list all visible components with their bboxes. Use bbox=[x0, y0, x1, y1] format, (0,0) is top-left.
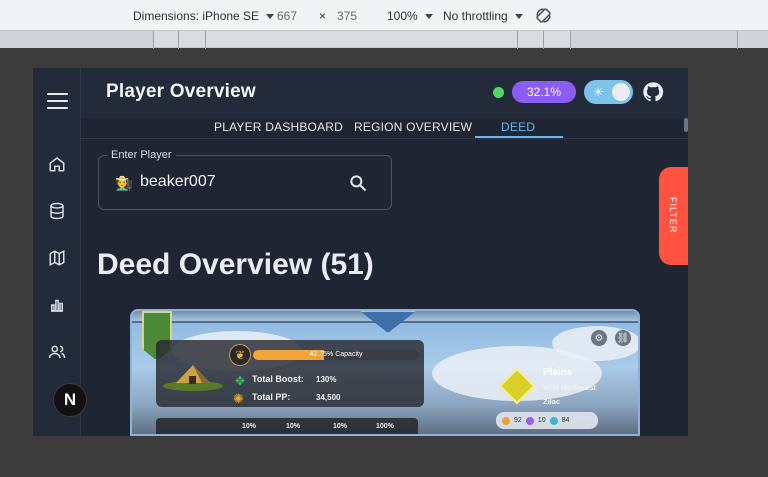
nextjs-badge-letter: N bbox=[63, 390, 77, 409]
resource-icon bbox=[549, 416, 558, 425]
home-icon[interactable] bbox=[48, 155, 66, 173]
throttling-select[interactable]: No throttling bbox=[443, 9, 523, 23]
nextjs-badge[interactable]: N bbox=[53, 383, 87, 417]
ruler-band bbox=[570, 31, 768, 48]
ruler-band bbox=[0, 31, 153, 48]
resource-value: 84 bbox=[561, 417, 570, 424]
hamburger-icon[interactable] bbox=[47, 93, 68, 114]
times-separator: × bbox=[319, 9, 326, 23]
boost-icon: ✥ bbox=[235, 374, 246, 388]
device-viewport: Player Overview 32.1% ☀ PLAYER DASHBOARD… bbox=[33, 68, 688, 436]
tab-player-dashboard[interactable]: PLAYER DASHBOARD bbox=[214, 120, 343, 134]
wheat-icon: ❦ bbox=[229, 344, 251, 366]
theme-toggle[interactable]: ☀ bbox=[584, 80, 633, 104]
filter-label: FILTER bbox=[668, 197, 678, 234]
resource-value: 92 bbox=[514, 417, 522, 424]
scrollbar-thumb[interactable] bbox=[684, 118, 688, 132]
tab-region-overview[interactable]: REGION OVERVIEW bbox=[354, 120, 472, 134]
total-boost-value: 130% bbox=[316, 375, 337, 384]
page-title: Player Overview bbox=[106, 81, 256, 102]
resources-pill: 92 10 84 bbox=[496, 412, 598, 429]
total-pp-label: Total PP: bbox=[252, 392, 291, 402]
sun-icon: ☀ bbox=[593, 85, 604, 99]
app-header: Player Overview 32.1% ☀ bbox=[81, 68, 688, 118]
device-dimensions-label: Dimensions: iPhone SE bbox=[133, 9, 260, 23]
percent-badge: 32.1% bbox=[512, 81, 576, 103]
bar-chart-icon[interactable] bbox=[48, 296, 66, 314]
media-query-ruler bbox=[0, 30, 768, 49]
settings-icon[interactable]: ⚙ bbox=[590, 329, 608, 347]
zoom-value: 100% bbox=[387, 9, 418, 23]
total-pp-value: 34,500 bbox=[316, 393, 341, 402]
deed-overview-title: Deed Overview (51) bbox=[97, 248, 374, 281]
tract-name: Zilac bbox=[543, 397, 561, 406]
gear-icon: ✺ bbox=[233, 391, 244, 406]
database-icon[interactable] bbox=[48, 202, 66, 220]
height-value: 375 bbox=[337, 9, 358, 23]
sidebar bbox=[33, 68, 81, 436]
percent-value: 10% bbox=[286, 423, 301, 430]
ruler-tick bbox=[737, 31, 738, 49]
chevron-down-icon bbox=[266, 13, 275, 19]
width-input[interactable]: 667 bbox=[277, 9, 297, 23]
resource-icon bbox=[525, 416, 534, 425]
chevron-down-icon bbox=[424, 13, 433, 19]
width-value: 667 bbox=[277, 9, 298, 23]
ruler-tick bbox=[543, 31, 544, 49]
users-icon[interactable] bbox=[48, 343, 66, 361]
tab-deed[interactable]: DEED bbox=[501, 120, 535, 134]
ruler-tick bbox=[178, 31, 179, 49]
ruler-tick bbox=[153, 31, 154, 49]
filter-button[interactable]: FILTER bbox=[659, 167, 688, 265]
deed-lower-panel: 10% 10% 10% 100% bbox=[156, 418, 418, 434]
zoom-select[interactable]: 100% bbox=[387, 9, 433, 23]
hut-icon bbox=[163, 365, 223, 391]
search-icon[interactable] bbox=[348, 173, 368, 193]
capacity-label: 42.75% Capacity bbox=[309, 351, 363, 358]
rotate-icon[interactable] bbox=[535, 7, 552, 24]
ruler-tick bbox=[570, 31, 571, 49]
deed-card[interactable]: ⚙ ⛓ ❦ 42.75% Capacity ✥ Total Boost: 130… bbox=[130, 309, 640, 436]
chevron-down-icon bbox=[514, 13, 523, 19]
tab-bar: PLAYER DASHBOARD REGION OVERVIEW DEED bbox=[81, 118, 688, 139]
height-input[interactable]: 375 bbox=[337, 9, 357, 23]
player-search-label: Enter Player bbox=[107, 149, 176, 161]
player-search-input[interactable] bbox=[140, 172, 330, 192]
device-dimensions-select[interactable]: Dimensions: iPhone SE bbox=[133, 9, 275, 23]
percent-value: 10% bbox=[242, 423, 257, 430]
ruler-tick bbox=[517, 31, 518, 49]
resource-value: 10 bbox=[537, 417, 546, 424]
ruler-tick bbox=[205, 31, 206, 49]
total-boost-label: Total Boost: bbox=[252, 374, 304, 384]
device-toolbar: Dimensions: iPhone SE 667 × 375 100% No … bbox=[0, 0, 768, 32]
status-indicator bbox=[493, 87, 504, 98]
link-icon[interactable]: ⛓ bbox=[614, 329, 632, 347]
region-name: Wild Northeast bbox=[543, 383, 596, 392]
github-icon[interactable] bbox=[642, 81, 664, 103]
resource-icon bbox=[502, 416, 510, 425]
map-icon[interactable] bbox=[48, 249, 66, 267]
percent-value: 100% bbox=[376, 423, 394, 430]
percent-value: 10% bbox=[333, 423, 348, 430]
throttling-value: No throttling bbox=[443, 9, 508, 23]
toggle-knob bbox=[612, 83, 630, 101]
player-avatar: 🧑‍🌾 bbox=[115, 175, 133, 191]
terrain-name: Plains bbox=[543, 367, 573, 378]
times-symbol: × bbox=[319, 9, 327, 23]
active-tab-indicator bbox=[475, 136, 563, 138]
